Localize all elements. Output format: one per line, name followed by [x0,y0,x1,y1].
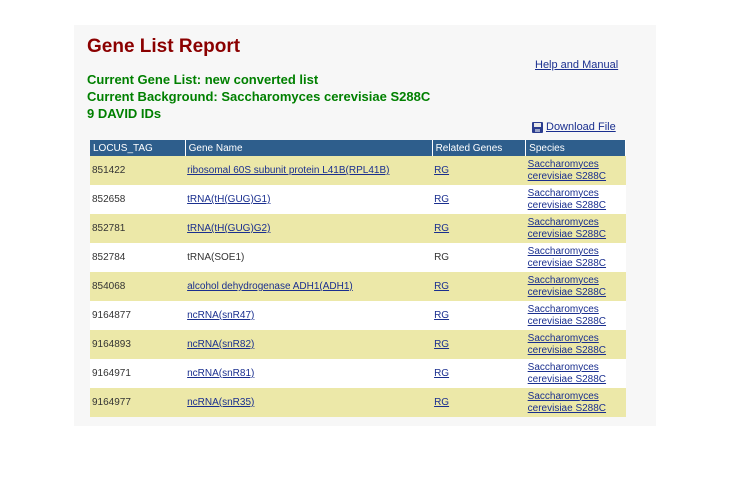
gene-name-cell: tRNA(tH(GUG)G1) [185,185,433,214]
download-file-link[interactable]: Download File [532,121,616,133]
locus-tag-cell: 852784 [90,243,186,272]
gene-name-link[interactable]: ncRNA(snR35) [187,397,254,408]
species-strain-link[interactable]: cerevisiae S288C [528,287,626,299]
species-strain-link[interactable]: cerevisiae S288C [528,171,626,183]
related-genes-link[interactable]: RG [434,368,449,379]
locus-tag-cell: 852658 [90,185,186,214]
current-gene-list: Current Gene List: new converted list [87,72,319,87]
locus-tag-cell: 9164893 [90,330,186,359]
table-row: 9164877 ncRNA(snR47) RG Saccharomyces cerevi… [90,301,626,330]
gene-name-link[interactable]: tRNA(tH(GUG)G1) [187,194,270,205]
gene-name-link[interactable]: tRNA(tH(GUG)G2) [187,223,270,234]
species-genus-link[interactable]: Saccharomyces [528,304,626,316]
species-strain-link[interactable]: cerevisiae S288C [528,374,626,386]
report-panel: Gene List Report Current Gene List: new … [74,25,656,426]
table-row: 852784 tRNA(SOE1) RG Saccharomyces cerevisia… [90,243,626,272]
gene-name-cell: ncRNA(snR47) [185,301,433,330]
related-genes-cell: RG [432,330,526,359]
species-strain-link[interactable]: cerevisiae S288C [528,229,626,241]
related-genes-cell: RG [432,359,526,388]
gene-name-link[interactable]: ncRNA(snR47) [187,310,254,321]
table-row: 852658 tRNA(tH(GUG)G1) RG Saccharomyces cere… [90,185,626,214]
table-row: 9164971 ncRNA(snR81) RG Saccharomyces cerevi… [90,359,626,388]
floppy-disk-icon [532,121,543,133]
related-genes-link[interactable]: RG [434,223,449,234]
header-gene-name: Gene Name [185,140,433,156]
gene-name-cell: ncRNA(snR81) [185,359,433,388]
species-cell: Saccharomyces cerevisiae S288C [525,330,626,359]
species-genus-link[interactable]: Saccharomyces [528,333,626,345]
current-background: Current Background: Saccharomyces cerevi… [87,89,431,104]
download-file-label: Download File [546,121,616,133]
header-related-genes: Related Genes [432,140,527,156]
species-strain-link[interactable]: cerevisiae S288C [528,258,626,270]
gene-name-link[interactable]: ribosomal 60S subunit protein L41B(RPL41… [187,165,389,176]
species-strain-link[interactable]: cerevisiae S288C [528,345,626,357]
species-cell: Saccharomyces cerevisiae S288C [525,359,626,388]
header-species: Species [525,140,626,156]
related-genes-cell: RG [432,185,526,214]
gene-name-cell: alcohol dehydrogenase ADH1(ADH1) [185,272,433,301]
locus-tag-cell: 854068 [90,272,186,301]
gene-name-cell: ncRNA(snR35) [185,388,433,417]
related-genes-link[interactable]: RG [434,397,449,408]
species-strain-link[interactable]: cerevisiae S288C [528,403,626,415]
species-genus-link[interactable]: Saccharomyces [528,362,626,374]
related-genes-cell: RG [432,156,526,185]
species-cell: Saccharomyces cerevisiae S288C [525,388,626,417]
table-row: 851422 ribosomal 60S subunit protein L41B… [90,156,626,185]
locus-tag-cell: 9164877 [90,301,186,330]
related-genes-cell: RG [432,301,526,330]
species-cell: Saccharomyces cerevisiae S288C [525,272,626,301]
species-genus-link[interactable]: Saccharomyces [528,246,626,258]
species-strain-link[interactable]: cerevisiae S288C [528,316,626,328]
help-manual-link[interactable]: Help and Manual [535,59,618,71]
gene-name-cell: tRNA(tH(GUG)G2) [185,214,433,243]
gene-name-cell: ncRNA(snR82) [185,330,433,359]
locus-tag-cell: 852781 [90,214,186,243]
related-genes-link[interactable]: RG [434,310,449,321]
related-genes-link[interactable]: RG [434,165,449,176]
gene-name-link[interactable]: ncRNA(snR81) [187,368,254,379]
id-count: 9 DAVID IDs [87,106,162,121]
related-genes-cell: RG [432,214,526,243]
locus-tag-cell: 851422 [90,156,186,185]
table-row: 852781 tRNA(tH(GUG)G2) RG Saccharomyces cere… [90,214,626,243]
species-genus-link[interactable]: Saccharomyces [528,391,626,403]
related-genes-link[interactable]: RG [434,339,449,350]
table-row: 9164977 ncRNA(snR35) RG Saccharomyces cerevi… [90,388,626,417]
species-cell: Saccharomyces cerevisiae S288C [525,185,626,214]
header-locus-tag: LOCUS_TAG [90,140,186,156]
gene-table: LOCUS_TAG Gene Name Related Genes Specie… [90,140,626,417]
table-row: 9164893 ncRNA(snR82) RG Saccharomyces cerevi… [90,330,626,359]
locus-tag-cell: 9164971 [90,359,186,388]
species-genus-link[interactable]: Saccharomyces [528,159,626,171]
related-genes-link: RG [434,252,450,263]
gene-name-link[interactable]: alcohol dehydrogenase ADH1(ADH1) [187,281,353,292]
species-cell: Saccharomyces cerevisiae S288C [525,301,626,330]
gene-name-link[interactable]: ncRNA(snR82) [187,339,254,350]
species-cell: Saccharomyces cerevisiae S288C [525,156,626,185]
locus-tag-cell: 9164977 [90,388,186,417]
species-cell: Saccharomyces cerevisiae S288C [525,214,626,243]
species-cell: Saccharomyces cerevisiae S288C [525,243,626,272]
table-header-row: LOCUS_TAG Gene Name Related Genes Specie… [90,140,626,156]
page-title: Gene List Report [87,36,241,57]
related-genes-link[interactable]: RG [434,281,449,292]
species-strain-link[interactable]: cerevisiae S288C [528,200,626,212]
gene-table-body: 851422 ribosomal 60S subunit protein L41B… [90,156,626,417]
related-genes-cell: RG [432,243,526,272]
species-genus-link[interactable]: Saccharomyces [528,217,626,229]
related-genes-cell: RG [432,388,526,417]
species-genus-link[interactable]: Saccharomyces [528,275,626,287]
table-row: 854068 alcohol dehydrogenase ADH1(ADH1) RG… [90,272,626,301]
gene-name-link: tRNA(SOE1) [187,252,245,263]
gene-name-cell: ribosomal 60S subunit protein L41B(RPL41… [185,156,433,185]
species-genus-link[interactable]: Saccharomyces [528,188,626,200]
gene-name-cell: tRNA(SOE1) [185,243,433,272]
related-genes-cell: RG [432,272,526,301]
related-genes-link[interactable]: RG [434,194,449,205]
